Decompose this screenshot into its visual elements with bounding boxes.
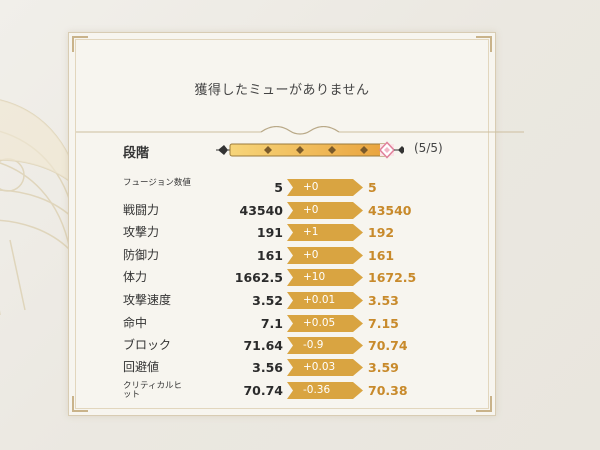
stat-result-value: 43540: [368, 203, 412, 218]
stat-label: 攻撃力: [123, 225, 160, 239]
stat-base-value: 5: [274, 180, 283, 195]
stat-delta: +0: [303, 204, 319, 216]
stat-base-value: 191: [256, 225, 283, 240]
stat-label: 回避値: [123, 360, 160, 374]
stat-row-hp: 体力 1662.5 +10 1672.5: [0, 267, 600, 288]
stat-arrow: [287, 247, 365, 264]
stat-result-value: 70.74: [368, 338, 408, 353]
stat-delta: +0.01: [303, 294, 336, 306]
stage-count: (5/5): [414, 141, 443, 155]
stat-base-value: 3.56: [252, 360, 283, 375]
stat-base-value: 1662.5: [234, 270, 283, 285]
stat-base-value: 3.52: [252, 293, 283, 308]
stat-delta: +0: [303, 181, 319, 193]
stat-label: クリティカルヒット: [123, 381, 182, 400]
stat-base-value: 71.64: [243, 338, 283, 353]
stat-row-attack-speed: 攻撃速度 3.52 +0.01 3.53: [0, 290, 600, 311]
stat-result-value: 3.53: [368, 293, 399, 308]
stat-arrow: [287, 269, 365, 286]
stat-row-defense: 防御力 161 +0 161: [0, 245, 600, 266]
stat-base-value: 43540: [239, 203, 284, 218]
stat-arrow: [287, 179, 365, 196]
stat-delta: -0.36: [303, 384, 331, 396]
stat-result-value: 7.15: [368, 316, 399, 331]
stage-label: 段階: [123, 146, 150, 161]
stat-label: 攻撃速度: [123, 293, 172, 307]
stat-row-attack: 攻撃力 191 +1 192: [0, 222, 600, 243]
ornament-divider: [76, 126, 524, 135]
stat-delta: +0.03: [303, 361, 336, 373]
stat-row-block: ブロック 71.64 -0.9 70.74: [0, 335, 600, 356]
stat-result-value: 192: [368, 225, 395, 240]
stat-delta: +10: [303, 271, 326, 283]
stat-result-value: 1672.5: [368, 270, 417, 285]
stat-label: フュージョン数値: [123, 178, 191, 188]
stat-row-critical-hit: クリティカルヒット 70.74 -0.36 70.38: [0, 380, 600, 401]
stat-label: 体力: [123, 270, 148, 284]
stat-row-fusion: フュージョン数値 5 +0 5: [0, 177, 600, 198]
panel-title: 獲得したミューがありません: [194, 83, 370, 98]
stat-result-value: 70.38: [368, 383, 408, 398]
stat-label: 防御力: [123, 248, 160, 262]
stat-row-accuracy: 命中 7.1 +0.05 7.15: [0, 313, 600, 334]
stat-arrow: [287, 224, 365, 241]
stage-progress-bar: [216, 141, 404, 159]
stat-base-value: 7.1: [260, 316, 283, 331]
stat-label: 命中: [123, 316, 148, 330]
stat-label: 戦闘力: [123, 203, 160, 217]
stat-row-combat-power: 戦闘力 43540 +0 43540: [0, 200, 600, 221]
stat-base-value: 70.74: [243, 383, 283, 398]
stat-result-value: 3.59: [368, 360, 399, 375]
stat-arrow: [287, 337, 365, 354]
stat-delta: -0.9: [303, 339, 324, 351]
stat-label: ブロック: [123, 338, 172, 352]
stat-result-value: 5: [368, 180, 377, 195]
stat-arrow: [287, 202, 365, 219]
stat-row-evasion: 回避値 3.56 +0.03 3.59: [0, 357, 600, 378]
stat-base-value: 161: [256, 248, 283, 263]
stat-delta: +1: [303, 226, 319, 238]
stat-delta: +0: [303, 249, 319, 261]
stat-result-value: 161: [368, 248, 395, 263]
stat-delta: +0.05: [303, 317, 336, 329]
